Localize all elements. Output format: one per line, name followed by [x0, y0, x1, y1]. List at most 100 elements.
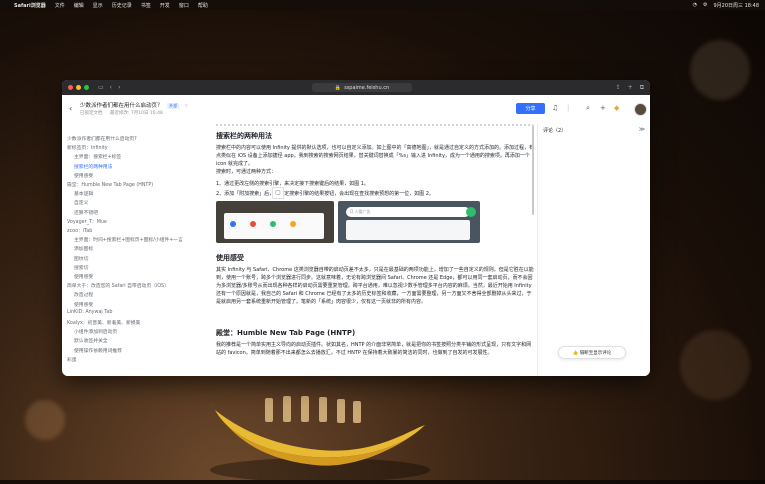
toc-item[interactable]: 搜索切 — [74, 264, 88, 271]
screenshot-image-1 — [216, 201, 334, 243]
menu-edit[interactable]: 编辑 — [74, 2, 84, 9]
bokeh-light — [690, 40, 750, 100]
safari-window: ▭ ‹ › 🔒 sspaime.feishu.cn ⇪ + ⧉ ‹ 少数派作者们… — [62, 80, 650, 376]
menu-history[interactable]: 历史记录 — [112, 2, 132, 9]
control-center-icon[interactable]: ⚙ — [703, 2, 707, 8]
minimize-window-button[interactable] — [76, 85, 81, 90]
zoom-window-button[interactable] — [84, 85, 89, 90]
heading-feel: 使用感受 — [216, 254, 244, 262]
doc-title: 少数派作者们都在用什么启动页？ 外部 ☆ — [80, 101, 189, 109]
avatar[interactable] — [634, 103, 647, 116]
sidebar-toggle-icon[interactable]: ▭ — [98, 84, 104, 91]
menu-help[interactable]: 帮助 — [198, 2, 208, 9]
tab-overview-icon[interactable]: ⧉ — [640, 84, 644, 92]
new-tab-icon[interactable]: + — [628, 84, 633, 91]
doc-title-text[interactable]: 少数派作者们都在用什么启动页？ — [80, 103, 163, 109]
paragraph: 其实 Infinity 与 Safari、Chrome 这类浏览器自带的启动页差… — [216, 267, 534, 305]
toc-item[interactable]: 默认收签并关全 — [74, 337, 108, 344]
lock-icon: 🔒 — [334, 84, 342, 91]
toc-item[interactable]: 图纹切 — [74, 255, 88, 262]
toc-item[interactable]: zcoo：iTab — [67, 227, 92, 234]
comment-popup-icon[interactable]: ▢ — [272, 187, 284, 199]
safari-right-tools: ⇪ + ⧉ — [609, 80, 644, 95]
safari-toolbar: ▭ ‹ › 🔒 sspaime.feishu.cn ⇪ + ⧉ — [62, 80, 650, 95]
toc-item[interactable]: Koalyx：初音美、新着美、新摸美 — [67, 319, 140, 326]
toc-item[interactable]: 搜索栏的两种用法 — [74, 163, 112, 170]
share-button[interactable]: 分享 — [516, 103, 545, 114]
comments-panel: 评论（2） ≫ 👍 隔断至显示评论 — [537, 123, 650, 376]
list-item: 1、通过更改左侧的搜索引擎，来决定接下搜索键后的结果，如图 1。 — [216, 181, 369, 187]
toc-item[interactable]: 少数派作者们都在用什么启动页? — [67, 135, 137, 142]
menu-app[interactable]: Safari浏览器 — [14, 2, 46, 9]
divider: | — [567, 104, 570, 112]
heading-hntp: 殿堂：Humble New Tab Page (HNTP) — [216, 329, 356, 337]
toc-item[interactable]: 简单大于：改造您的 Safari 自带启动页（iOS） — [67, 282, 169, 289]
screenshot-dot — [230, 221, 236, 227]
paragraph: 搜索时，可通过两种方式： — [216, 169, 277, 175]
screenshot-dropdown — [346, 220, 470, 240]
menu-view[interactable]: 显示 — [93, 2, 103, 9]
screenshot-dot — [290, 221, 296, 227]
toc-item[interactable]: 基本逻辑 — [74, 190, 93, 197]
menu-develop[interactable]: 开发 — [160, 2, 170, 9]
search-icon[interactable]: ⌕ — [586, 104, 590, 113]
toc-item[interactable]: 主界面：时间+搜索栏+图标页+图标/小组件+一言 — [74, 236, 183, 243]
toc-item[interactable]: 彩蛋 — [67, 356, 77, 363]
toc-sidebar: 少数派作者们都在用什么启动页? 新标签页：Infinity 主界面：搜索栏+标签 搜索… — [62, 123, 212, 376]
address-bar[interactable]: 🔒 sspaime.feishu.cn — [312, 83, 412, 92]
scrollbar[interactable] — [532, 125, 534, 215]
toc-item[interactable]: 使用感受 — [74, 301, 93, 308]
external-badge: 外部 — [167, 102, 180, 109]
screenshot-dot — [250, 221, 256, 227]
paragraph: 搜索栏中的内容可以使用 Infinity 提供的默认选项，也可以自定义添加。如上… — [216, 145, 534, 167]
heading-search-usage: 搜索栏的两种用法 — [216, 132, 272, 140]
menubar-status: ◔ ⚙ 9月20日周三 18:48 — [687, 0, 759, 10]
toc-item[interactable]: 自定义 — [74, 199, 88, 206]
page-divider — [216, 124, 533, 126]
close-window-button[interactable] — [68, 85, 73, 90]
window-controls — [68, 85, 92, 90]
menu-file[interactable]: 文件 — [55, 2, 65, 9]
collapse-panel-icon[interactable]: ≫ — [639, 126, 645, 133]
toc-item[interactable]: 小组件添加到启动页 — [74, 328, 117, 335]
toc-item[interactable]: 使用操作依赖用词推荐 — [74, 347, 122, 354]
screenshot-search-bar: Q 人搜广告 — [346, 207, 470, 217]
toc-item[interactable]: LinKiD: Anywaj Tab — [67, 310, 112, 315]
menu-window[interactable]: 窗口 — [179, 2, 189, 9]
toc-item[interactable]: 改造过程 — [74, 291, 93, 298]
list-item: 2、添加「附加搜索」后，再决定搜索引擎的结果按钮，会出现在查找搜索预想的第一位，… — [216, 191, 434, 197]
clock-text[interactable]: 9月20日周三 18:48 — [713, 2, 759, 9]
doc-content: 搜索栏的两种用法 搜索栏中的内容可以使用 Infinity 提供的默认选项，也可… — [212, 123, 537, 376]
screenshot-image-2: Q 人搜广告 — [338, 201, 480, 243]
address-text: sspaime.feishu.cn — [344, 84, 390, 91]
toc-item[interactable]: 殿堂：Humble New Tab Page (HNTP) — [67, 181, 153, 188]
doc-header: ‹ 少数派作者们都在用什么启动页？ 外部 ☆ 已锁定文档 最近修改: 7月10日… — [62, 95, 650, 124]
back-icon[interactable]: ‹ — [69, 104, 72, 113]
plus-icon[interactable]: + — [600, 104, 606, 112]
toc-item[interactable]: 使用感受 — [74, 273, 93, 280]
doc-modified: 最近修改: 7月10日 16:48 — [109, 111, 163, 116]
toc-item[interactable]: 添加图标 — [74, 245, 93, 252]
comments-title: 评论（2） — [543, 128, 567, 134]
toc-item[interactable]: Voyager_T：Mue — [67, 218, 107, 225]
share-icon[interactable]: ⇪ — [616, 84, 621, 91]
banana-photo — [205, 370, 435, 482]
paragraph: 我的推荐是一个简单实用主义导向的启动页插件。状如其名，HNTP 的介面非常简单，… — [216, 342, 532, 356]
star-icon[interactable]: ☆ — [184, 103, 188, 109]
menu-bookmarks[interactable]: 书签 — [141, 2, 151, 9]
bell-icon[interactable]: ♫ — [552, 104, 558, 112]
toc-item[interactable]: 主界面：搜索栏+标签 — [74, 153, 121, 160]
app-icon[interactable]: ◆ — [614, 104, 619, 112]
doc-meta: 已锁定文档 最近修改: 7月10日 16:48 — [80, 110, 163, 116]
toc-item[interactable]: 还算不错吧 — [74, 209, 98, 216]
show-comments-label: 👍 隔断至显示评论 — [572, 350, 612, 356]
bokeh-light — [25, 400, 65, 440]
screenshot-dot — [270, 221, 276, 227]
toc-item[interactable]: 使用感受 — [74, 172, 93, 179]
nav-back-icon[interactable]: ‹ — [110, 84, 112, 91]
nav-forward-icon[interactable]: › — [118, 84, 120, 91]
macos-menubar: Safari浏览器 文件 编辑 显示 历史记录 书签 开发 窗口 帮助 ◔ ⚙ … — [0, 0, 765, 10]
show-comments-button[interactable]: 👍 隔断至显示评论 — [558, 346, 626, 359]
wifi-icon[interactable]: ◔ — [693, 2, 697, 8]
toc-item[interactable]: 新标签页：Infinity — [67, 144, 108, 151]
